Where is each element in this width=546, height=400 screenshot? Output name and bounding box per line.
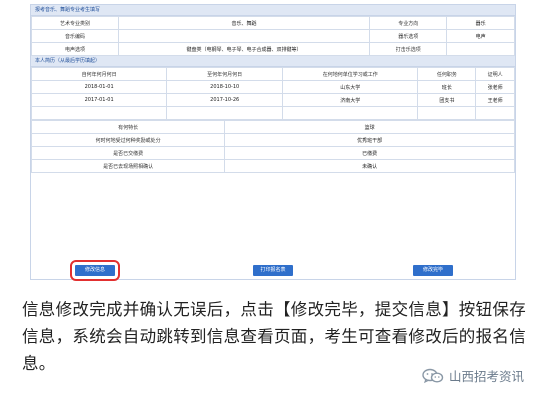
value-major-direction: 器乐	[446, 16, 515, 30]
section-title-music: 报考音乐、舞蹈专业考生填写	[31, 5, 515, 16]
resume-cell: 班长	[417, 80, 477, 94]
label-music-code: 音乐编码	[31, 29, 119, 43]
value-awards: 优秀班干部	[224, 133, 515, 147]
resume-cell: 张老师	[475, 80, 515, 94]
print-form-button[interactable]: 打印报名表	[253, 265, 293, 276]
label-instrument-option: 器乐选项	[369, 29, 448, 43]
wechat-icon	[422, 368, 444, 384]
watermark-text: 山西招考资讯	[449, 369, 525, 384]
button-bar: 修改信息 打印报名表 修改完毕	[31, 260, 515, 281]
resume-cell: 2017-10-26	[166, 93, 284, 107]
finish-edit-button[interactable]: 修改完毕	[413, 265, 453, 276]
resume-header: 在何地何单位学习或工作	[282, 67, 419, 81]
section-title-resume: 本人简历（从最后学历填起）	[31, 56, 515, 67]
table-row: 2017-01-01 2017-10-26 济南大学 团支书 王老师	[30, 93, 515, 107]
instruction-caption: 信息修改完成并确认无误后，点击【修改完毕，提交信息】按钮保存信息，系统会自动跳转…	[22, 300, 526, 373]
resume-header: 自何年何月何日	[30, 67, 168, 81]
table-row: 是否已去现场照相确认 未确认	[30, 159, 515, 173]
music-info-table: 艺术专业类别 音乐、舞蹈 专业方向 器乐 音乐编码 器乐选项 电声 电声选项 键…	[31, 16, 515, 56]
value-photo-confirmed: 未确认	[224, 159, 515, 173]
resume-cell: 2017-01-01	[30, 93, 168, 107]
value-music-code	[117, 29, 371, 43]
label-specialty: 有何特长	[30, 120, 226, 134]
value-paid: 已缴费	[224, 146, 515, 160]
label-percussion-option: 打击乐选项	[369, 42, 448, 56]
label-paid: 是否已交缴费	[30, 146, 226, 160]
table-row: 有何特长 篮球	[30, 120, 515, 134]
resume-header: 至何年何月何日	[166, 67, 284, 81]
label-major-direction: 专业方向	[369, 16, 448, 30]
table-row: 是否已交缴费 已缴费	[30, 146, 515, 160]
screenshot-panel: 报考音乐、舞蹈专业考生填写 艺术专业类别 音乐、舞蹈 专业方向 器乐 音乐编码 …	[0, 0, 546, 283]
label-awards: 何时何地受过何种奖励或处分	[30, 133, 226, 147]
label-electric-option: 电声选项	[31, 42, 119, 56]
extra-info-table: 有何特长 篮球 何时何地受过何种奖励或处分 优秀班干部 是否已交缴费 已缴费 是…	[30, 120, 515, 173]
resume-header: 任何职务	[417, 67, 477, 81]
resume-cell: 王老师	[475, 93, 515, 107]
registration-form: 报考音乐、舞蹈专业考生填写 艺术专业类别 音乐、舞蹈 专业方向 器乐 音乐编码 …	[30, 4, 516, 281]
table-row: 何时何地受过何种奖励或处分 优秀班干部	[30, 133, 515, 147]
resume-cell: 山东大学	[282, 80, 419, 94]
value-specialty: 篮球	[224, 120, 515, 134]
value-electric-option: 键盘类（电钢琴、电子琴、电子合成器、双排键等）	[117, 42, 371, 56]
label-photo-confirmed: 是否已去现场照相确认	[30, 159, 226, 173]
resume-cell: 济南大学	[282, 93, 419, 107]
table-row: 2018-01-01 2018-10-10 山东大学 班长 张老师	[30, 80, 515, 94]
modify-info-button[interactable]: 修改信息	[70, 260, 120, 281]
resume-table: 自何年何月何日 至何年何月何日 在何地何单位学习或工作 任何职务 证明人 201…	[30, 67, 515, 120]
value-percussion-option	[446, 42, 515, 56]
resume-cell: 团支书	[417, 93, 477, 107]
resume-cell: 2018-01-01	[30, 80, 168, 94]
resume-header: 证明人	[475, 67, 515, 81]
watermark: 山西招考资讯	[422, 366, 524, 385]
value-art-category: 音乐、舞蹈	[117, 16, 371, 30]
resume-cell: 2018-10-10	[166, 80, 284, 94]
value-instrument-option: 电声	[446, 29, 515, 43]
label-art-category: 艺术专业类别	[31, 16, 119, 30]
